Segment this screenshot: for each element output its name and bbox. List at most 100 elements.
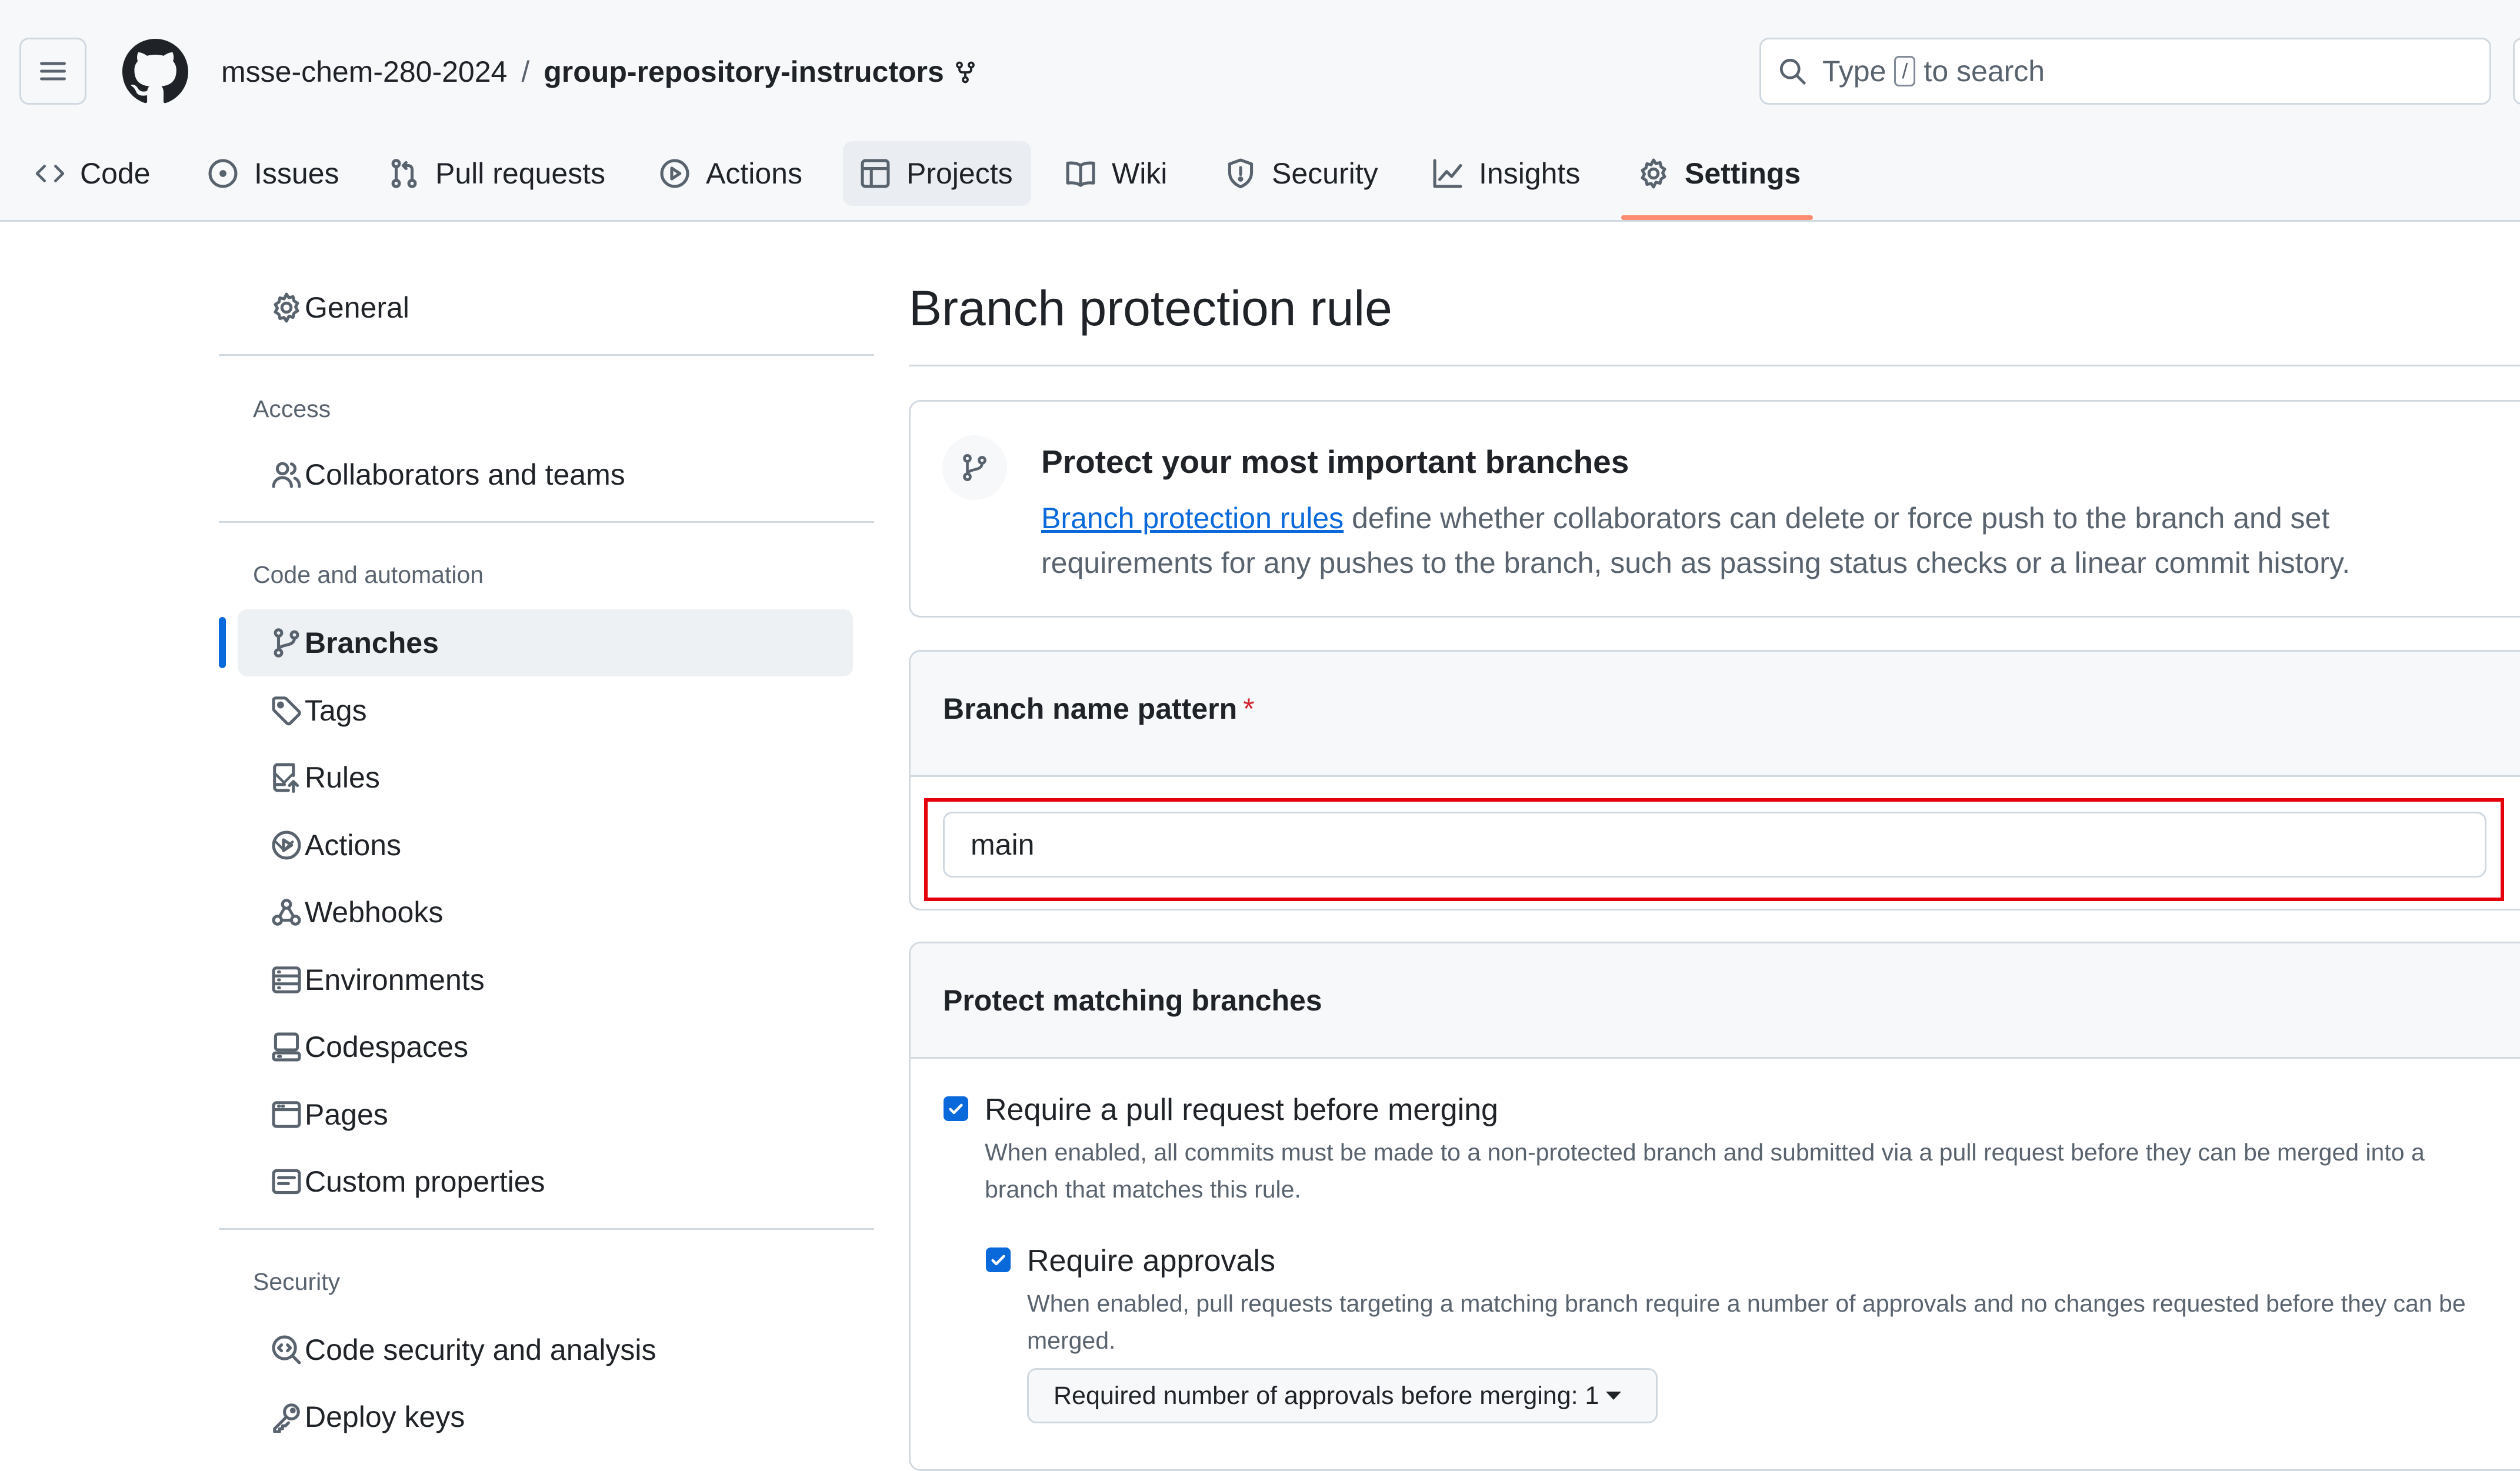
code-icon (35, 159, 65, 188)
page-title: Branch protection rule (909, 281, 1392, 336)
webhook-icon (271, 896, 302, 928)
sidebar-item-label: Webhooks (305, 896, 444, 929)
tab-security[interactable]: Security (1225, 141, 1378, 206)
check-icon (949, 1103, 963, 1115)
tab-insights[interactable]: Insights (1432, 141, 1580, 206)
require-pr-checkbox[interactable] (944, 1096, 968, 1121)
sidebar-item-label: Deploy keys (305, 1400, 465, 1433)
search-shortcut-key: / (1894, 56, 1916, 86)
tab-issues[interactable]: Issues (207, 141, 339, 206)
table-icon (859, 158, 891, 189)
required-approvals-select-label: Required number of approvals before merg… (1054, 1381, 1599, 1410)
tab-wiki-label: Wiki (1112, 157, 1168, 190)
required-mark: * (1243, 692, 1255, 725)
breadcrumb: msse-chem-280-2024 / group-repository-inst… (221, 53, 977, 91)
require-pr-label[interactable]: Require a pull request before merging (985, 1092, 1498, 1128)
sidebar-item-label: Tags (305, 694, 367, 727)
menu-button[interactable] (19, 38, 86, 105)
tab-settings[interactable]: Settings (1638, 141, 1801, 206)
tab-projects[interactable]: Projects (843, 141, 1031, 206)
sidebar-item-label: Codespaces (305, 1030, 468, 1063)
tab-issues-label: Issues (254, 157, 339, 190)
tab-pull-requests[interactable]: Pull requests (388, 141, 605, 206)
sidebar-item-label: General (305, 291, 409, 324)
require-approvals-checkbox[interactable] (986, 1247, 1011, 1272)
selected-tab-indicator (1621, 215, 1813, 220)
tag-icon (271, 695, 302, 726)
sidebar-divider (219, 1228, 874, 1230)
tab-actions-label: Actions (706, 157, 802, 190)
sidebar-item-deploy-keys[interactable]: Deploy keys (238, 1383, 853, 1450)
require-pr-description: When enabled, all commits must be made t… (985, 1139, 2425, 1203)
branch-name-pattern-input[interactable]: main (943, 812, 2486, 878)
codescan-icon (271, 1334, 302, 1366)
search-suffix: to search (1924, 55, 2045, 88)
people-icon (271, 459, 302, 491)
sidebar-item-collaborators[interactable]: Collaborators and teams (238, 441, 853, 508)
branch-pattern-header: Branch name pattern * (911, 652, 2520, 777)
issue-icon (207, 158, 239, 189)
require-approvals-label[interactable]: Require approvals (1027, 1243, 1275, 1279)
branch-pattern-label-text: Branch name pattern (943, 692, 1238, 725)
owner-link[interactable]: msse-chem-280-2024 (221, 55, 507, 88)
branch-pattern-label: Branch name pattern * (943, 692, 1255, 726)
chevron-down-icon[interactable] (271, 832, 824, 859)
tab-actions[interactable]: Actions (659, 141, 802, 206)
tab-pull-requests-label: Pull requests (435, 157, 606, 190)
header-button-partial[interactable] (2513, 38, 2520, 105)
title-divider (909, 365, 2520, 366)
tab-insights-label: Insights (1479, 157, 1581, 190)
tab-code-label: Code (80, 157, 151, 190)
sidebar-item-rules[interactable]: Rules (238, 744, 853, 811)
protect-title: Protect matching branches (943, 984, 1322, 1017)
gear-icon (1638, 158, 1669, 189)
tab-security-label: Security (1272, 157, 1378, 190)
server-icon (271, 964, 302, 996)
repo-link[interactable]: group-repository-instructors (544, 55, 944, 88)
book-icon (1065, 158, 1096, 189)
gear-icon (271, 292, 302, 323)
active-item-indicator (219, 617, 226, 668)
sidebar-item-general[interactable]: General (238, 274, 853, 341)
protect-header: Protect matching branches (911, 943, 2520, 1059)
tab-wiki[interactable]: Wiki (1065, 141, 1167, 206)
sidebar-heading-security: Security (253, 1268, 341, 1295)
sidebar-item-custom-properties[interactable]: Custom properties (238, 1148, 853, 1215)
branch-protection-rules-link[interactable]: Branch protection rules (1041, 502, 1344, 535)
sidebar-item-tags[interactable]: Tags (238, 677, 853, 744)
sidebar-item-label: Collaborators and teams (305, 458, 625, 491)
repo-header: msse-chem-280-2024 / group-repository-inst… (0, 0, 2520, 222)
search-icon (1778, 56, 1807, 86)
sidebar-item-environments[interactable]: Environments (238, 946, 853, 1013)
sidebar-item-actions[interactable]: Actions (238, 812, 853, 879)
browser-icon (271, 1099, 302, 1130)
sidebar-item-code-security[interactable]: Code security and analysis (238, 1316, 853, 1383)
require-approvals-description: When enabled, pull requests targeting a … (1027, 1290, 2466, 1354)
graph-icon (1432, 158, 1464, 189)
info-description: Branch protection rules define whether c… (1041, 496, 2353, 585)
branch-icon (271, 627, 302, 659)
sidebar-item-branches[interactable]: Branches (238, 609, 853, 676)
sidebar-item-label: Environments (305, 963, 485, 996)
branch-icon (960, 453, 989, 482)
sidebar-item-webhooks[interactable]: Webhooks (238, 879, 853, 946)
fork-icon (954, 61, 977, 84)
tab-settings-label: Settings (1685, 157, 1801, 190)
github-logo[interactable] (122, 39, 188, 105)
sidebar-item-codespaces[interactable]: Codespaces (238, 1013, 853, 1080)
required-approvals-select[interactable]: Required number of approvals before merg… (1027, 1368, 1658, 1423)
tab-code[interactable]: Code (35, 141, 151, 206)
sidebar-heading-code-automation: Code and automation (253, 561, 484, 588)
search-input[interactable]: Type / to search (1759, 38, 2491, 105)
pull-request-icon (388, 158, 420, 189)
sidebar-item-pages[interactable]: Pages (238, 1081, 853, 1148)
play-icon (659, 158, 691, 189)
caret-down-icon (1606, 1392, 1622, 1400)
info-title: Protect your most important branches (1041, 443, 1629, 480)
protection-info-box: Protect your most important branches Bra… (909, 400, 2520, 618)
hamburger-icon (38, 56, 68, 86)
chevron-down-icon[interactable] (271, 764, 824, 791)
sidebar-item-label: Branches (305, 626, 439, 659)
tab-projects-label: Projects (906, 157, 1013, 190)
sidebar-heading-access: Access (253, 395, 331, 422)
